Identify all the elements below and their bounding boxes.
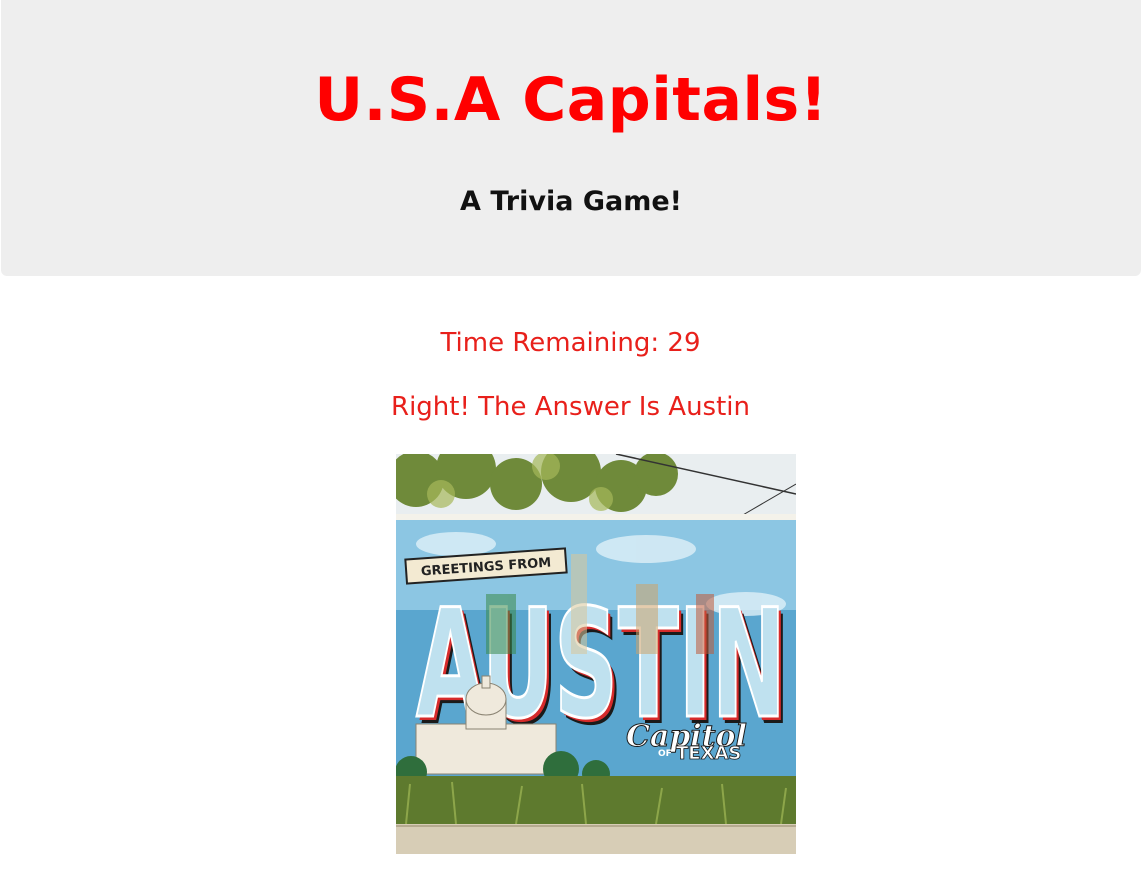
answer-image: AUSTIN AUSTIN AUSTIN GREETINGS FROM Capi: [396, 454, 796, 854]
time-remaining: Time Remaining: 29: [440, 328, 701, 358]
mural-state-text: TEXAS: [676, 743, 741, 764]
header-banner: U.S.A Capitals! A Trivia Game!: [1, 0, 1141, 276]
answer-result-message: Right! The Answer Is Austin: [391, 392, 750, 422]
page-title: U.S.A Capitals!: [314, 65, 828, 135]
page-subtitle: A Trivia Game!: [460, 186, 682, 217]
mural-of-text: OF: [658, 749, 672, 759]
